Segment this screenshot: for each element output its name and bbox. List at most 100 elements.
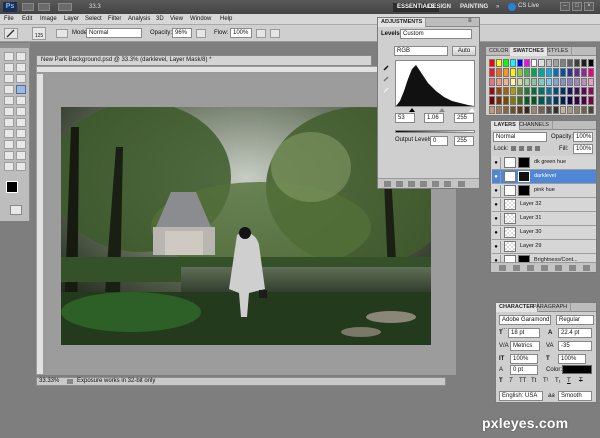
tab-styles[interactable]: STYLES — [544, 47, 573, 56]
hand-tool[interactable] — [4, 162, 14, 171]
swatch-4[interactable] — [517, 59, 524, 68]
output-black-field[interactable]: 0 — [430, 136, 448, 146]
panel-menu-icon[interactable]: ≡ — [468, 18, 472, 24]
swatch-48[interactable] — [510, 86, 517, 96]
swatch-17[interactable] — [503, 68, 510, 77]
swatch-36[interactable] — [531, 77, 538, 86]
layer-blend-mode-select[interactable]: Normal — [493, 132, 547, 142]
menu-analysis[interactable]: Analysis — [128, 16, 150, 22]
swatch-49[interactable] — [517, 86, 524, 96]
swatch-15[interactable] — [489, 68, 496, 77]
swatch-61[interactable] — [496, 96, 503, 105]
layer-row-layer-31[interactable]: ● Layer 31 — [492, 212, 596, 226]
swatch-51[interactable] — [531, 86, 538, 96]
underline-button[interactable]: T — [567, 378, 571, 384]
cs-live-menu[interactable]: CS Live — [518, 3, 539, 9]
subscript-button[interactable]: T₁ — [555, 378, 561, 384]
swatch-42[interactable] — [573, 77, 580, 86]
eye-icon[interactable]: ● — [492, 241, 501, 253]
input-white-field[interactable]: 255 — [454, 113, 474, 123]
leading-field[interactable]: 22.4 pt — [558, 328, 592, 338]
swatch-60[interactable] — [489, 96, 496, 105]
swatch-46[interactable] — [496, 86, 503, 96]
quick-mask-button[interactable] — [10, 205, 22, 215]
baseline-shift-field[interactable]: 0 pt — [510, 365, 538, 375]
trash-icon[interactable] — [458, 181, 465, 187]
move-tool[interactable] — [4, 52, 14, 61]
mask-thumbnail[interactable] — [518, 157, 530, 168]
launch-bridge-button[interactable] — [22, 3, 34, 11]
swatch-44[interactable] — [587, 77, 594, 86]
swatch-76[interactable] — [496, 105, 503, 114]
input-gamma-handle[interactable] — [439, 108, 445, 112]
swatch-69[interactable] — [552, 96, 559, 105]
swatch-80[interactable] — [524, 105, 531, 114]
tab-channels[interactable]: CHANNELS — [516, 121, 553, 130]
swatch-79[interactable] — [517, 105, 524, 114]
swatch-70[interactable] — [559, 96, 566, 105]
launch-mini-bridge-button[interactable] — [38, 3, 50, 11]
swatch-52[interactable] — [538, 86, 545, 96]
swatch-59[interactable] — [587, 86, 594, 96]
menu-filter[interactable]: Filter — [108, 16, 121, 22]
swatch-24[interactable] — [552, 68, 559, 77]
levels-channel-select[interactable]: RGB — [394, 46, 448, 56]
eye-icon[interactable]: ● — [492, 185, 501, 197]
swatch-32[interactable] — [503, 77, 510, 86]
document-tab[interactable]: New Park Background.psd @ 33.3% (darklev… — [36, 55, 372, 66]
type-tool[interactable] — [16, 129, 26, 138]
foreground-color-swatch[interactable] — [6, 181, 18, 193]
workspace-painting[interactable]: PAINTING — [460, 3, 488, 12]
vertical-scale-field[interactable]: 100% — [510, 354, 538, 364]
input-white-handle[interactable] — [469, 108, 475, 112]
faux-bold-button[interactable]: T — [499, 378, 503, 384]
swatch-72[interactable] — [573, 96, 580, 105]
swatch-71[interactable] — [566, 96, 573, 105]
quick-selection-tool[interactable] — [16, 63, 26, 72]
font-style-select[interactable]: Regular — [556, 315, 594, 325]
eye-icon[interactable]: ● — [492, 227, 501, 239]
tab-paragraph[interactable]: PARAGRAPH — [530, 303, 572, 312]
swatch-33[interactable] — [510, 77, 517, 86]
tools-panel-header[interactable] — [0, 43, 30, 48]
swatch-85[interactable] — [559, 105, 566, 114]
swatch-37[interactable] — [538, 77, 545, 86]
layer-row-pink-hue[interactable]: ● pink hue — [492, 184, 596, 198]
swatch-2[interactable] — [503, 59, 510, 68]
swatch-87[interactable] — [573, 105, 580, 114]
brush-panel-toggle[interactable] — [56, 29, 68, 38]
swatch-64[interactable] — [517, 96, 524, 105]
link-layers-icon[interactable] — [499, 265, 506, 271]
swatch-27[interactable] — [573, 68, 580, 77]
workspace-overflow-icon[interactable]: » — [496, 4, 499, 10]
input-levels-slider[interactable] — [395, 108, 475, 112]
tracking-field[interactable]: -35 — [558, 341, 592, 351]
swatch-30[interactable] — [489, 77, 496, 86]
lock-transparent-icon[interactable] — [511, 146, 516, 151]
menu-layer[interactable]: Layer — [64, 16, 79, 22]
swatch-7[interactable] — [538, 59, 545, 68]
eraser-tool[interactable] — [4, 107, 14, 116]
brush-size-picker[interactable]: 125 — [32, 27, 46, 40]
crop-tool[interactable] — [4, 74, 14, 83]
swatch-21[interactable] — [531, 68, 538, 77]
faux-italic-button[interactable]: T — [509, 378, 513, 384]
swatch-88[interactable] — [580, 105, 587, 114]
input-black-handle[interactable] — [409, 108, 415, 112]
swatch-20[interactable] — [524, 68, 531, 77]
menu-3d[interactable]: 3D — [156, 16, 164, 22]
swatch-22[interactable] — [538, 68, 545, 77]
input-gamma-field[interactable]: 1.06 — [424, 113, 444, 123]
horizontal-scale-field[interactable]: 100% — [558, 354, 586, 364]
gradient-tool[interactable] — [16, 107, 26, 116]
menu-file[interactable]: File — [4, 16, 14, 22]
language-select[interactable]: English: USA — [499, 391, 543, 401]
swatch-67[interactable] — [538, 96, 545, 105]
maximize-button[interactable]: □ — [572, 2, 582, 11]
history-brush-tool[interactable] — [16, 96, 26, 105]
swatch-54[interactable] — [552, 86, 559, 96]
close-button[interactable]: × — [584, 2, 594, 11]
status-zoom[interactable]: 33.33% — [39, 378, 59, 385]
swatch-38[interactable] — [545, 77, 552, 86]
spot-healing-tool[interactable] — [4, 85, 14, 94]
